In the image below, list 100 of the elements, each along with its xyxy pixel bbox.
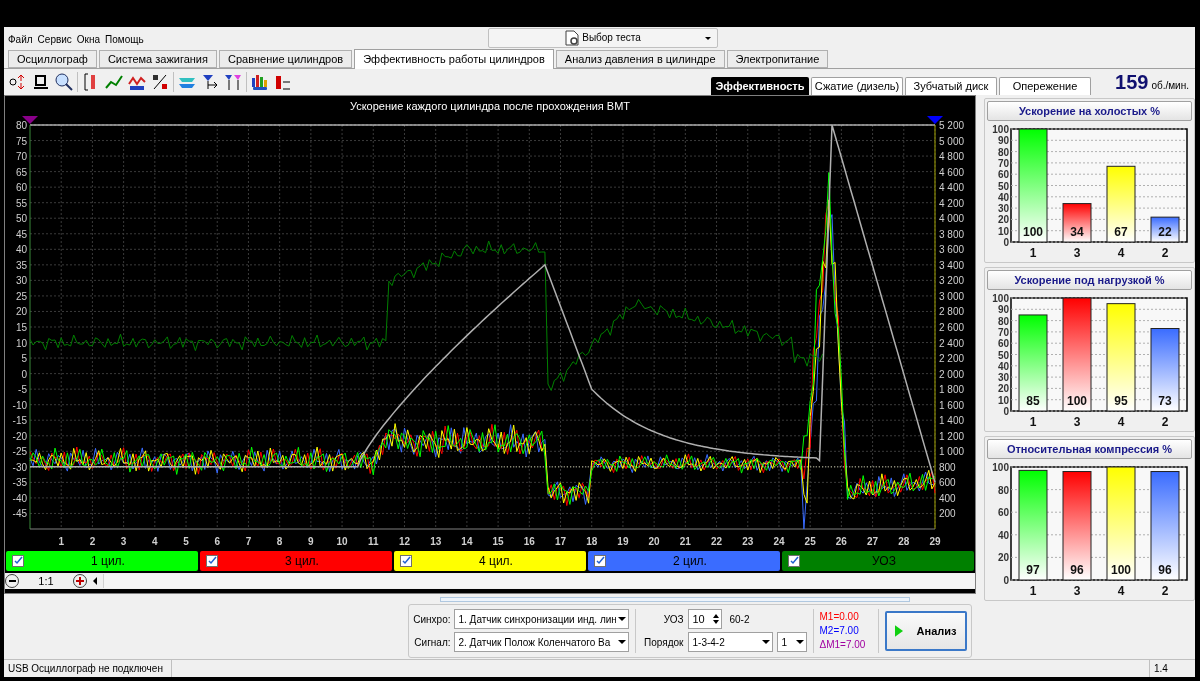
sync-dropdown[interactable]: 1. Датчик синхронизации инд. лин <box>453 609 629 630</box>
axis-tick-label: 3 600 <box>939 244 965 256</box>
axis-tick-label: 4 800 <box>939 150 965 162</box>
cylinder-legend-item[interactable]: УОЗ <box>782 550 974 571</box>
axis-tick-label: 40 <box>15 244 27 256</box>
axis-tick-label: 10 <box>997 394 1009 406</box>
tab[interactable]: Электропитание <box>726 49 829 68</box>
chart-header: Относительная компрессия % <box>987 438 1192 459</box>
tab[interactable]: Осциллограф <box>8 49 97 68</box>
axis-tick-label: 80 <box>997 484 1009 496</box>
menu-item[interactable]: Файл <box>8 31 33 47</box>
axis-tick-label: 14 <box>461 535 473 547</box>
axis-tick-label: -45 <box>12 508 27 520</box>
axis-tick-label: 13 <box>430 535 442 547</box>
axis-tick-label: 20 <box>997 214 1009 226</box>
tab[interactable]: Сравнение цилиндров <box>219 49 353 68</box>
cylinder-legend-item[interactable]: 1 цил. <box>6 550 198 571</box>
tab[interactable]: Система зажигания <box>98 49 217 68</box>
axis-tick-label: 70 <box>997 326 1009 338</box>
marker-reading: ΔM1=7.00 <box>819 637 867 652</box>
axis-tick-label: 45 <box>15 228 27 240</box>
uoz-spinner[interactable]: 10 <box>687 609 722 630</box>
signal-dropdown[interactable]: 2. Датчик Полож Коленчатого Ва <box>453 632 629 653</box>
axis-tick-label: 24 <box>773 535 785 547</box>
view-tab[interactable]: Эффективность <box>711 76 809 95</box>
tab[interactable]: Эффективность работы цилиндров <box>354 48 554 69</box>
axis-tick-label: 0 <box>1003 236 1009 248</box>
splitter-handle[interactable] <box>439 596 910 602</box>
axis-tick-label: 3 000 <box>939 290 965 302</box>
axis-tick-label: 2 <box>1161 245 1169 260</box>
axis-tick-label: 5 000 <box>939 135 965 147</box>
checkbox[interactable] <box>400 554 412 567</box>
axis-tick-label: 10 <box>336 535 348 547</box>
view-tab[interactable]: Сжатие (дизель) <box>811 76 903 95</box>
axis-tick-label: 400 <box>939 492 956 504</box>
axis-tick-label: -10 <box>12 399 27 411</box>
checkbox[interactable] <box>788 554 800 567</box>
analyze-button[interactable]: Анализ <box>884 610 967 651</box>
signal-label: Сигнал: <box>413 635 451 650</box>
axis-tick-label: 1 400 <box>939 415 965 427</box>
axis-tick-label: 4 <box>1117 414 1125 429</box>
order-dropdown[interactable]: 1-3-4-2 <box>687 632 773 653</box>
value-label: 97 <box>1026 562 1040 577</box>
axis-tick-label: 1 800 <box>939 383 965 395</box>
menu-item[interactable]: Окна <box>76 31 101 47</box>
checkbox[interactable] <box>12 554 24 567</box>
axis-tick-label: 2 <box>89 535 96 547</box>
value-label: 85 <box>1026 393 1040 408</box>
checkbox[interactable] <box>206 554 218 567</box>
axis-tick-label: 12 <box>398 535 411 547</box>
axis-tick-label: 18 <box>586 535 598 547</box>
axis-tick-label: 6 <box>214 535 220 547</box>
axis-tick-label: 16 <box>523 535 535 547</box>
axis-tick-label: 60 <box>15 181 27 193</box>
axis-tick-label: 30 <box>997 202 1009 214</box>
axis-tick-label: 4 <box>1117 245 1125 260</box>
cylinder-legend-item[interactable]: 2 цил. <box>588 550 780 571</box>
cylinder-label: УОЗ <box>871 552 897 570</box>
axis-tick-label: 15 <box>15 321 27 333</box>
axis-tick-label: 3 200 <box>939 275 965 287</box>
axis-tick-label: -30 <box>12 461 27 473</box>
bar <box>1150 216 1180 243</box>
axis-tick-label: 27 <box>867 535 879 547</box>
axis-tick-label: 1 <box>1029 245 1037 260</box>
menu-item[interactable]: Сервис <box>37 31 72 47</box>
rpm-value: 159 <box>1115 69 1149 95</box>
axis-tick-label: 3 <box>1073 414 1081 429</box>
axis-tick-label: 3 <box>120 535 127 547</box>
axis-tick-label: 50 <box>997 180 1009 192</box>
view-tab[interactable]: Зубчатый диск <box>905 76 997 95</box>
axis-tick-label: 5 200 <box>939 119 965 131</box>
rpm-unit: об./мин. <box>1151 78 1189 93</box>
axis-tick-label: 4 400 <box>939 181 965 193</box>
value-label: 100 <box>1111 562 1131 577</box>
axis-tick-label: 0 <box>1003 574 1009 586</box>
tab[interactable]: Анализ давления в цилиндре <box>555 49 725 68</box>
test-selector-dropdown[interactable]: Выбор теста <box>488 27 718 48</box>
chart-header: Ускорение на холостых % <box>987 100 1192 121</box>
value-label: 22 <box>1158 224 1172 239</box>
cylinder-legend-item[interactable]: 3 цил. <box>200 550 392 571</box>
axis-tick-label: 4 200 <box>939 197 965 209</box>
axis-tick-label: 60 <box>997 507 1009 518</box>
axis-tick-label: 2 000 <box>939 368 965 380</box>
view-tab[interactable]: Опережение <box>999 76 1091 95</box>
axis-tick-label: 600 <box>939 477 956 489</box>
magnifier-icon[interactable] <box>54 71 74 92</box>
axis-tick-label: 5 <box>21 352 27 364</box>
order-index-dropdown[interactable]: 1 <box>776 632 807 653</box>
marker-reading: M1=0.00 <box>819 609 860 624</box>
axis-tick-label: 26 <box>835 535 847 547</box>
value-label: 100 <box>1067 393 1087 408</box>
cylinder-legend-item[interactable]: 4 цил. <box>394 550 586 571</box>
axis-tick-label: 1 600 <box>939 399 965 411</box>
axis-tick-label: 75 <box>15 135 27 147</box>
axis-tick-label: 30 <box>15 275 27 287</box>
axis-tick-label: 10 <box>15 337 27 349</box>
checkbox[interactable] <box>594 554 606 567</box>
axis-tick-label: -35 <box>12 477 27 489</box>
menu-item[interactable]: Помощь <box>105 31 144 47</box>
axis-tick-label: 30 <box>997 371 1009 383</box>
